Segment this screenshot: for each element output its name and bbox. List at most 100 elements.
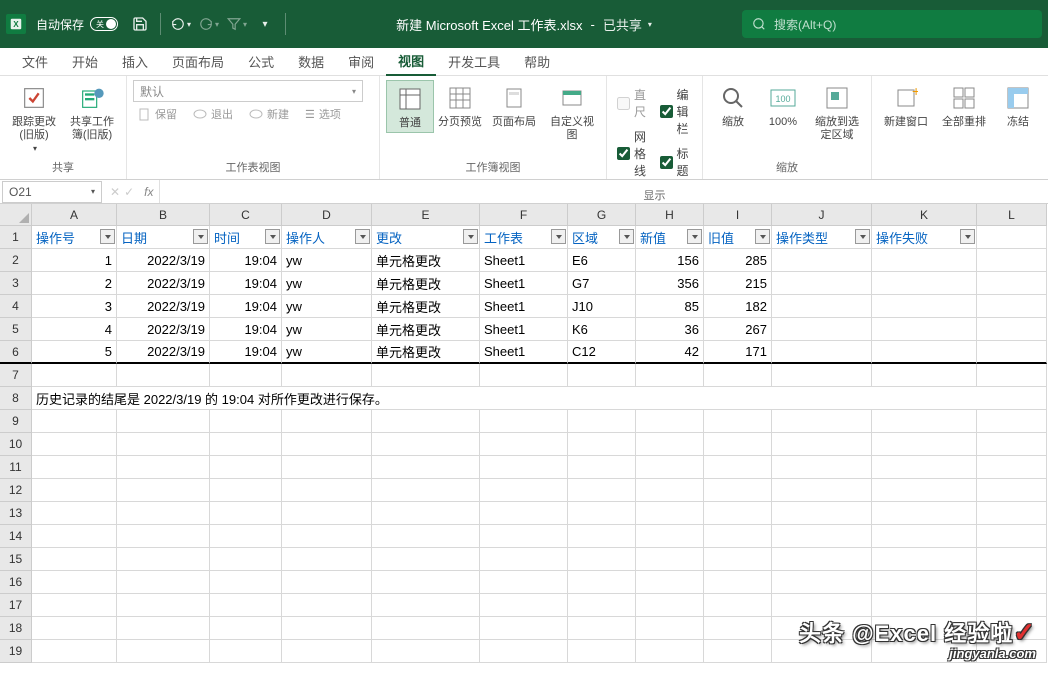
cell[interactable]: 单元格更改 bbox=[372, 272, 480, 295]
share-workbook-button[interactable]: 共享工作簿(旧版) bbox=[64, 80, 120, 144]
row-header[interactable]: 17 bbox=[0, 594, 32, 617]
cell[interactable] bbox=[210, 640, 282, 663]
cell[interactable] bbox=[772, 318, 872, 341]
cell[interactable] bbox=[480, 364, 568, 387]
cell[interactable]: yw bbox=[282, 295, 372, 318]
cell[interactable] bbox=[117, 456, 210, 479]
cell[interactable]: 2022/3/19 bbox=[117, 341, 210, 364]
cell[interactable] bbox=[210, 479, 282, 502]
new-window-button[interactable]: + 新建窗口 bbox=[878, 80, 934, 131]
cell[interactable] bbox=[704, 433, 772, 456]
track-changes-button[interactable]: 跟踪更改(旧版)▾ bbox=[6, 80, 62, 156]
cell[interactable] bbox=[977, 364, 1047, 387]
header-cell[interactable]: 时间 bbox=[210, 226, 282, 249]
filter-icon[interactable]: ▾ bbox=[223, 10, 251, 38]
cell[interactable] bbox=[636, 502, 704, 525]
normal-view-button[interactable]: 普通 bbox=[386, 80, 434, 133]
cell[interactable] bbox=[372, 617, 480, 640]
filter-dropdown-icon[interactable] bbox=[265, 229, 280, 244]
row-header[interactable]: 8 bbox=[0, 387, 32, 410]
cell[interactable] bbox=[568, 479, 636, 502]
cell[interactable] bbox=[872, 410, 977, 433]
cell[interactable] bbox=[210, 410, 282, 433]
cell[interactable]: 2022/3/19 bbox=[117, 318, 210, 341]
cell[interactable] bbox=[480, 548, 568, 571]
cell[interactable] bbox=[704, 548, 772, 571]
cell[interactable] bbox=[372, 594, 480, 617]
cell[interactable]: 单元格更改 bbox=[372, 295, 480, 318]
cell[interactable] bbox=[210, 502, 282, 525]
cell[interactable] bbox=[772, 594, 872, 617]
cell[interactable] bbox=[480, 594, 568, 617]
row-header[interactable]: 3 bbox=[0, 272, 32, 295]
cell[interactable] bbox=[32, 640, 117, 663]
pagebreak-button[interactable]: 分页预览 bbox=[436, 80, 484, 131]
toggle-switch[interactable]: 关 bbox=[90, 17, 118, 31]
tab-insert[interactable]: 插入 bbox=[110, 48, 160, 76]
filter-dropdown-icon[interactable] bbox=[687, 229, 702, 244]
cell[interactable]: 19:04 bbox=[210, 272, 282, 295]
row-header[interactable]: 11 bbox=[0, 456, 32, 479]
header-cell[interactable]: 操作类型 bbox=[772, 226, 872, 249]
cell[interactable] bbox=[872, 502, 977, 525]
cell[interactable] bbox=[977, 479, 1047, 502]
row-header[interactable]: 14 bbox=[0, 525, 32, 548]
cell[interactable] bbox=[568, 617, 636, 640]
cell[interactable]: 单元格更改 bbox=[372, 318, 480, 341]
filter-dropdown-icon[interactable] bbox=[755, 229, 770, 244]
cell[interactable] bbox=[568, 548, 636, 571]
cell[interactable] bbox=[210, 364, 282, 387]
header-cell[interactable]: 更改 bbox=[372, 226, 480, 249]
cell[interactable] bbox=[977, 249, 1047, 272]
cell[interactable] bbox=[977, 525, 1047, 548]
cell[interactable] bbox=[772, 433, 872, 456]
cell[interactable] bbox=[772, 502, 872, 525]
cell[interactable] bbox=[117, 548, 210, 571]
cell[interactable]: 5 bbox=[32, 341, 117, 364]
cell[interactable]: yw bbox=[282, 272, 372, 295]
save-icon[interactable] bbox=[126, 10, 154, 38]
cell[interactable] bbox=[372, 364, 480, 387]
cell[interactable] bbox=[372, 640, 480, 663]
cell[interactable] bbox=[636, 571, 704, 594]
cell[interactable]: 3 bbox=[32, 295, 117, 318]
col-header-C[interactable]: C bbox=[210, 204, 282, 226]
zoom-button[interactable]: 缩放 bbox=[709, 80, 757, 131]
cell[interactable] bbox=[372, 410, 480, 433]
filter-dropdown-icon[interactable] bbox=[855, 229, 870, 244]
ruler-checkbox[interactable]: 直尺 bbox=[617, 86, 650, 120]
cell[interactable] bbox=[704, 456, 772, 479]
formulabar-checkbox[interactable]: 编辑栏 bbox=[660, 86, 693, 137]
cell[interactable] bbox=[772, 249, 872, 272]
row-header[interactable]: 13 bbox=[0, 502, 32, 525]
cell[interactable]: 156 bbox=[636, 249, 704, 272]
cell[interactable] bbox=[117, 571, 210, 594]
cell[interactable] bbox=[772, 272, 872, 295]
cell[interactable] bbox=[636, 525, 704, 548]
cell[interactable] bbox=[872, 364, 977, 387]
cell[interactable]: 19:04 bbox=[210, 249, 282, 272]
cell[interactable]: 356 bbox=[636, 272, 704, 295]
cell[interactable] bbox=[872, 318, 977, 341]
cell[interactable]: 19:04 bbox=[210, 295, 282, 318]
filter-dropdown-icon[interactable] bbox=[355, 229, 370, 244]
row-header[interactable]: 18 bbox=[0, 617, 32, 640]
col-header-L[interactable]: L bbox=[977, 204, 1047, 226]
cell[interactable] bbox=[636, 548, 704, 571]
cell[interactable] bbox=[704, 479, 772, 502]
cell[interactable] bbox=[32, 548, 117, 571]
header-cell[interactable] bbox=[977, 226, 1047, 249]
col-header-K[interactable]: K bbox=[872, 204, 977, 226]
cell[interactable]: 单元格更改 bbox=[372, 341, 480, 364]
cell[interactable]: 2022/3/19 bbox=[117, 295, 210, 318]
cell[interactable]: Sheet1 bbox=[480, 295, 568, 318]
cell[interactable] bbox=[372, 548, 480, 571]
select-all-corner[interactable] bbox=[0, 204, 32, 226]
cell[interactable] bbox=[636, 594, 704, 617]
cell[interactable] bbox=[568, 502, 636, 525]
options-button[interactable]: ☰选项 bbox=[301, 104, 345, 124]
cell[interactable] bbox=[568, 433, 636, 456]
cell[interactable] bbox=[636, 640, 704, 663]
cell[interactable] bbox=[568, 571, 636, 594]
cell[interactable] bbox=[480, 525, 568, 548]
